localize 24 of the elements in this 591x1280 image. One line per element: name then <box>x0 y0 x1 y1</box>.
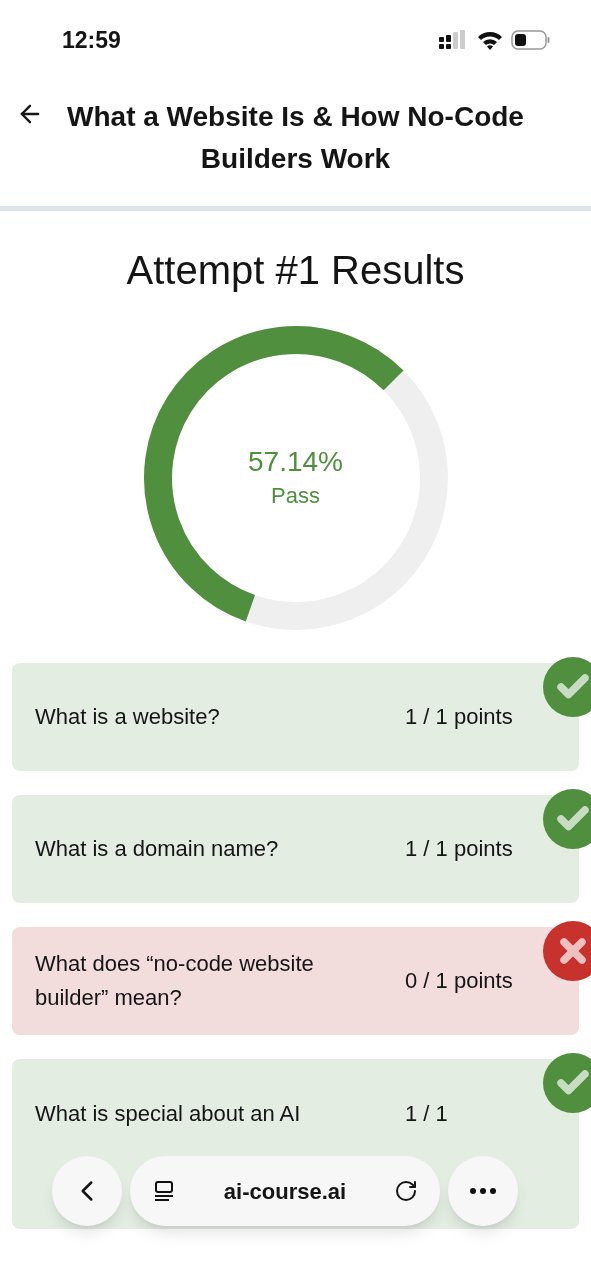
status-time: 12:59 <box>62 25 121 55</box>
check-icon <box>543 1053 591 1113</box>
cross-icon <box>543 921 591 981</box>
results-title: Attempt #1 Results <box>125 247 466 294</box>
battery-icon <box>511 30 551 50</box>
reader-icon[interactable] <box>152 1179 176 1203</box>
check-icon <box>543 789 591 849</box>
wifi-icon <box>477 30 503 50</box>
more-icon <box>470 1188 496 1194</box>
question-text: What does “no-code website builder” mean? <box>35 950 315 1012</box>
question-points: 1 / 1 points <box>405 703 514 731</box>
page-title: What a Website Is & How No-Code Builders Work <box>66 100 525 176</box>
address-bar[interactable]: ai-course.ai <box>130 1156 440 1226</box>
score-percent: 57.14% <box>248 444 343 479</box>
question-points: 1 / 1 <box>405 1100 449 1128</box>
question-points: 0 / 1 points <box>405 967 514 995</box>
url-text: ai-course.ai <box>223 1177 347 1206</box>
check-icon <box>543 657 591 717</box>
question-text: What is special about an AI <box>35 1100 302 1128</box>
question-text: What is a domain name? <box>35 835 280 863</box>
score-status: Pass <box>271 481 320 510</box>
question-points: 1 / 1 points <box>405 835 514 863</box>
question-text: What is a website? <box>35 703 221 731</box>
reload-icon[interactable] <box>394 1179 418 1203</box>
